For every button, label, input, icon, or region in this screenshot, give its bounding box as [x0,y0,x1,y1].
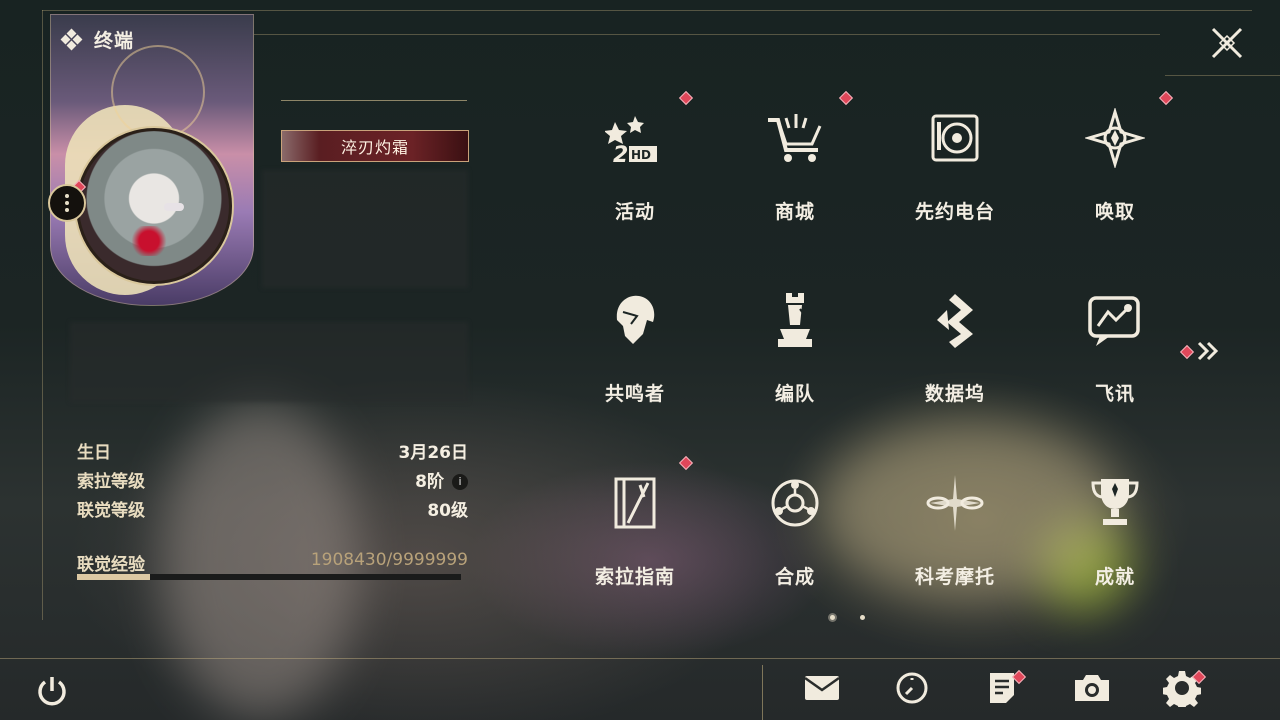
event-2hd-icon: 2 HD [602,105,668,171]
avatar-flower [129,226,169,256]
player-name-badge[interactable]: 淬刃灼霜 [281,130,469,162]
experience-label: 联觉经验 [77,555,145,575]
settings-gear-button[interactable] [1160,668,1207,712]
notification-badge [678,455,694,471]
blurred-signature-panel [262,170,468,288]
menu-tile-label: 活动 [614,201,655,223]
stat-value: 80级 [427,501,468,521]
frame-top-line [42,10,1252,11]
notification-badge [838,90,854,106]
menu-tile[interactable]: 商城 [745,90,854,265]
camera-icon [1072,672,1112,708]
next-page-badge [1179,344,1195,360]
page-indicator-active[interactable] [830,615,835,620]
blurred-info-panel [70,322,468,402]
clock-icon [894,670,930,710]
menu-tile-label: 飞讯 [1094,383,1135,405]
bottom-bar-line [0,658,1280,659]
menu-tile[interactable]: 唤取 [1065,90,1174,265]
profile-stats: 生日 3月26日 索拉等级 8阶 i 联觉等级 80级 [77,436,468,523]
notification-badge [678,90,694,106]
menu-tile[interactable]: 成就 [1065,460,1165,630]
menu-tile[interactable]: 共鸣者 [585,277,685,447]
avatar-options-button[interactable] [48,184,86,222]
menu-tile[interactable]: 科考摩托 [905,460,1005,630]
menu-tile-label: 合成 [774,566,815,588]
mail-button[interactable] [800,668,844,712]
menu-tile-label: 共鸣者 [604,383,665,405]
avatar-eye-patch [164,203,184,211]
stat-birthday: 生日 3月26日 [77,436,468,465]
name-divider [281,100,467,101]
synthesis-orb-icon [762,470,828,536]
menu-tile[interactable]: 合成 [745,460,845,630]
menu-tile-label: 先约电台 [914,201,995,223]
info-icon[interactable]: i [452,474,468,490]
motorbike-icon [922,470,988,536]
page-header: 终端 [60,26,135,53]
menu-tile[interactable]: 2 HD 活动 [585,90,694,265]
data-bank-icon [922,287,988,353]
card-ring-art [111,45,205,139]
message-chat-icon [1082,287,1148,353]
team-chess-icon [762,287,828,353]
experience-bar-fill [77,574,150,580]
menu-tile[interactable]: 飞讯 [1065,277,1165,447]
page-indicator[interactable] [860,615,865,620]
stat-union-level: 联觉等级 80级 [77,494,468,523]
diamond-cluster-icon [60,28,83,50]
clock-button[interactable] [890,668,934,712]
menu-tile-label: 数据坞 [924,383,985,405]
experience-row: 联觉经验 1908430/9999999 [77,550,468,575]
notification-badge [1158,90,1174,106]
svg-text:HD: HD [631,148,651,162]
double-chevron-right-icon [1197,341,1219,361]
camera-button[interactable] [1070,668,1114,712]
menu-tile[interactable]: 数据坞 [905,277,1005,447]
svg-text:2: 2 [613,143,628,168]
menu-tile-label: 科考摩托 [914,566,995,588]
close-icon [1211,27,1243,59]
menu-tile[interactable]: 先约电台 [905,95,1005,265]
stat-value: 8阶 [415,472,444,492]
radio-icon [922,105,988,171]
resonator-head-icon [602,287,668,353]
menu-tile[interactable]: 索拉指南 [585,455,694,630]
bottom-bar-divider [762,665,763,720]
next-page-button[interactable] [1179,340,1222,362]
frame-left-line [42,10,43,620]
power-button[interactable] [30,669,74,713]
menu-tile-label: 索拉指南 [594,566,675,588]
menu-tile-label: 编队 [774,383,815,405]
shop-cart-icon [762,105,828,171]
trophy-icon [1082,470,1148,536]
experience-value: 1908430/9999999 [310,550,468,570]
avatar[interactable] [76,128,232,284]
notice-button[interactable] [980,668,1027,712]
stat-label: 索拉等级 [77,472,145,492]
guide-book-icon [602,470,668,536]
frame-corner-line [1165,75,1280,76]
power-icon [38,677,66,706]
frame-inner-line [250,34,1160,35]
menu-tile-label: 唤取 [1094,201,1135,223]
stat-sola-level: 索拉等级 8阶 i [77,465,468,494]
mail-icon [803,673,841,707]
compass-star-icon [1082,105,1148,171]
experience-bar [77,574,461,580]
player-name: 淬刃灼霜 [340,138,409,157]
stat-value: 3月26日 [398,443,469,463]
stat-label: 联觉等级 [77,501,145,521]
page-title: 终端 [94,30,135,52]
menu-tile-label: 商城 [774,201,815,223]
stat-label: 生日 [77,443,111,463]
terminal-screen: 终端 淬刃灼霜 生日 3月26日 索拉等级 8阶 i 联觉等级 80级 联觉经验… [0,0,1280,720]
menu-tile[interactable]: 编队 [745,277,845,447]
close-button[interactable] [1208,24,1246,62]
menu-tile-label: 成就 [1094,566,1135,588]
